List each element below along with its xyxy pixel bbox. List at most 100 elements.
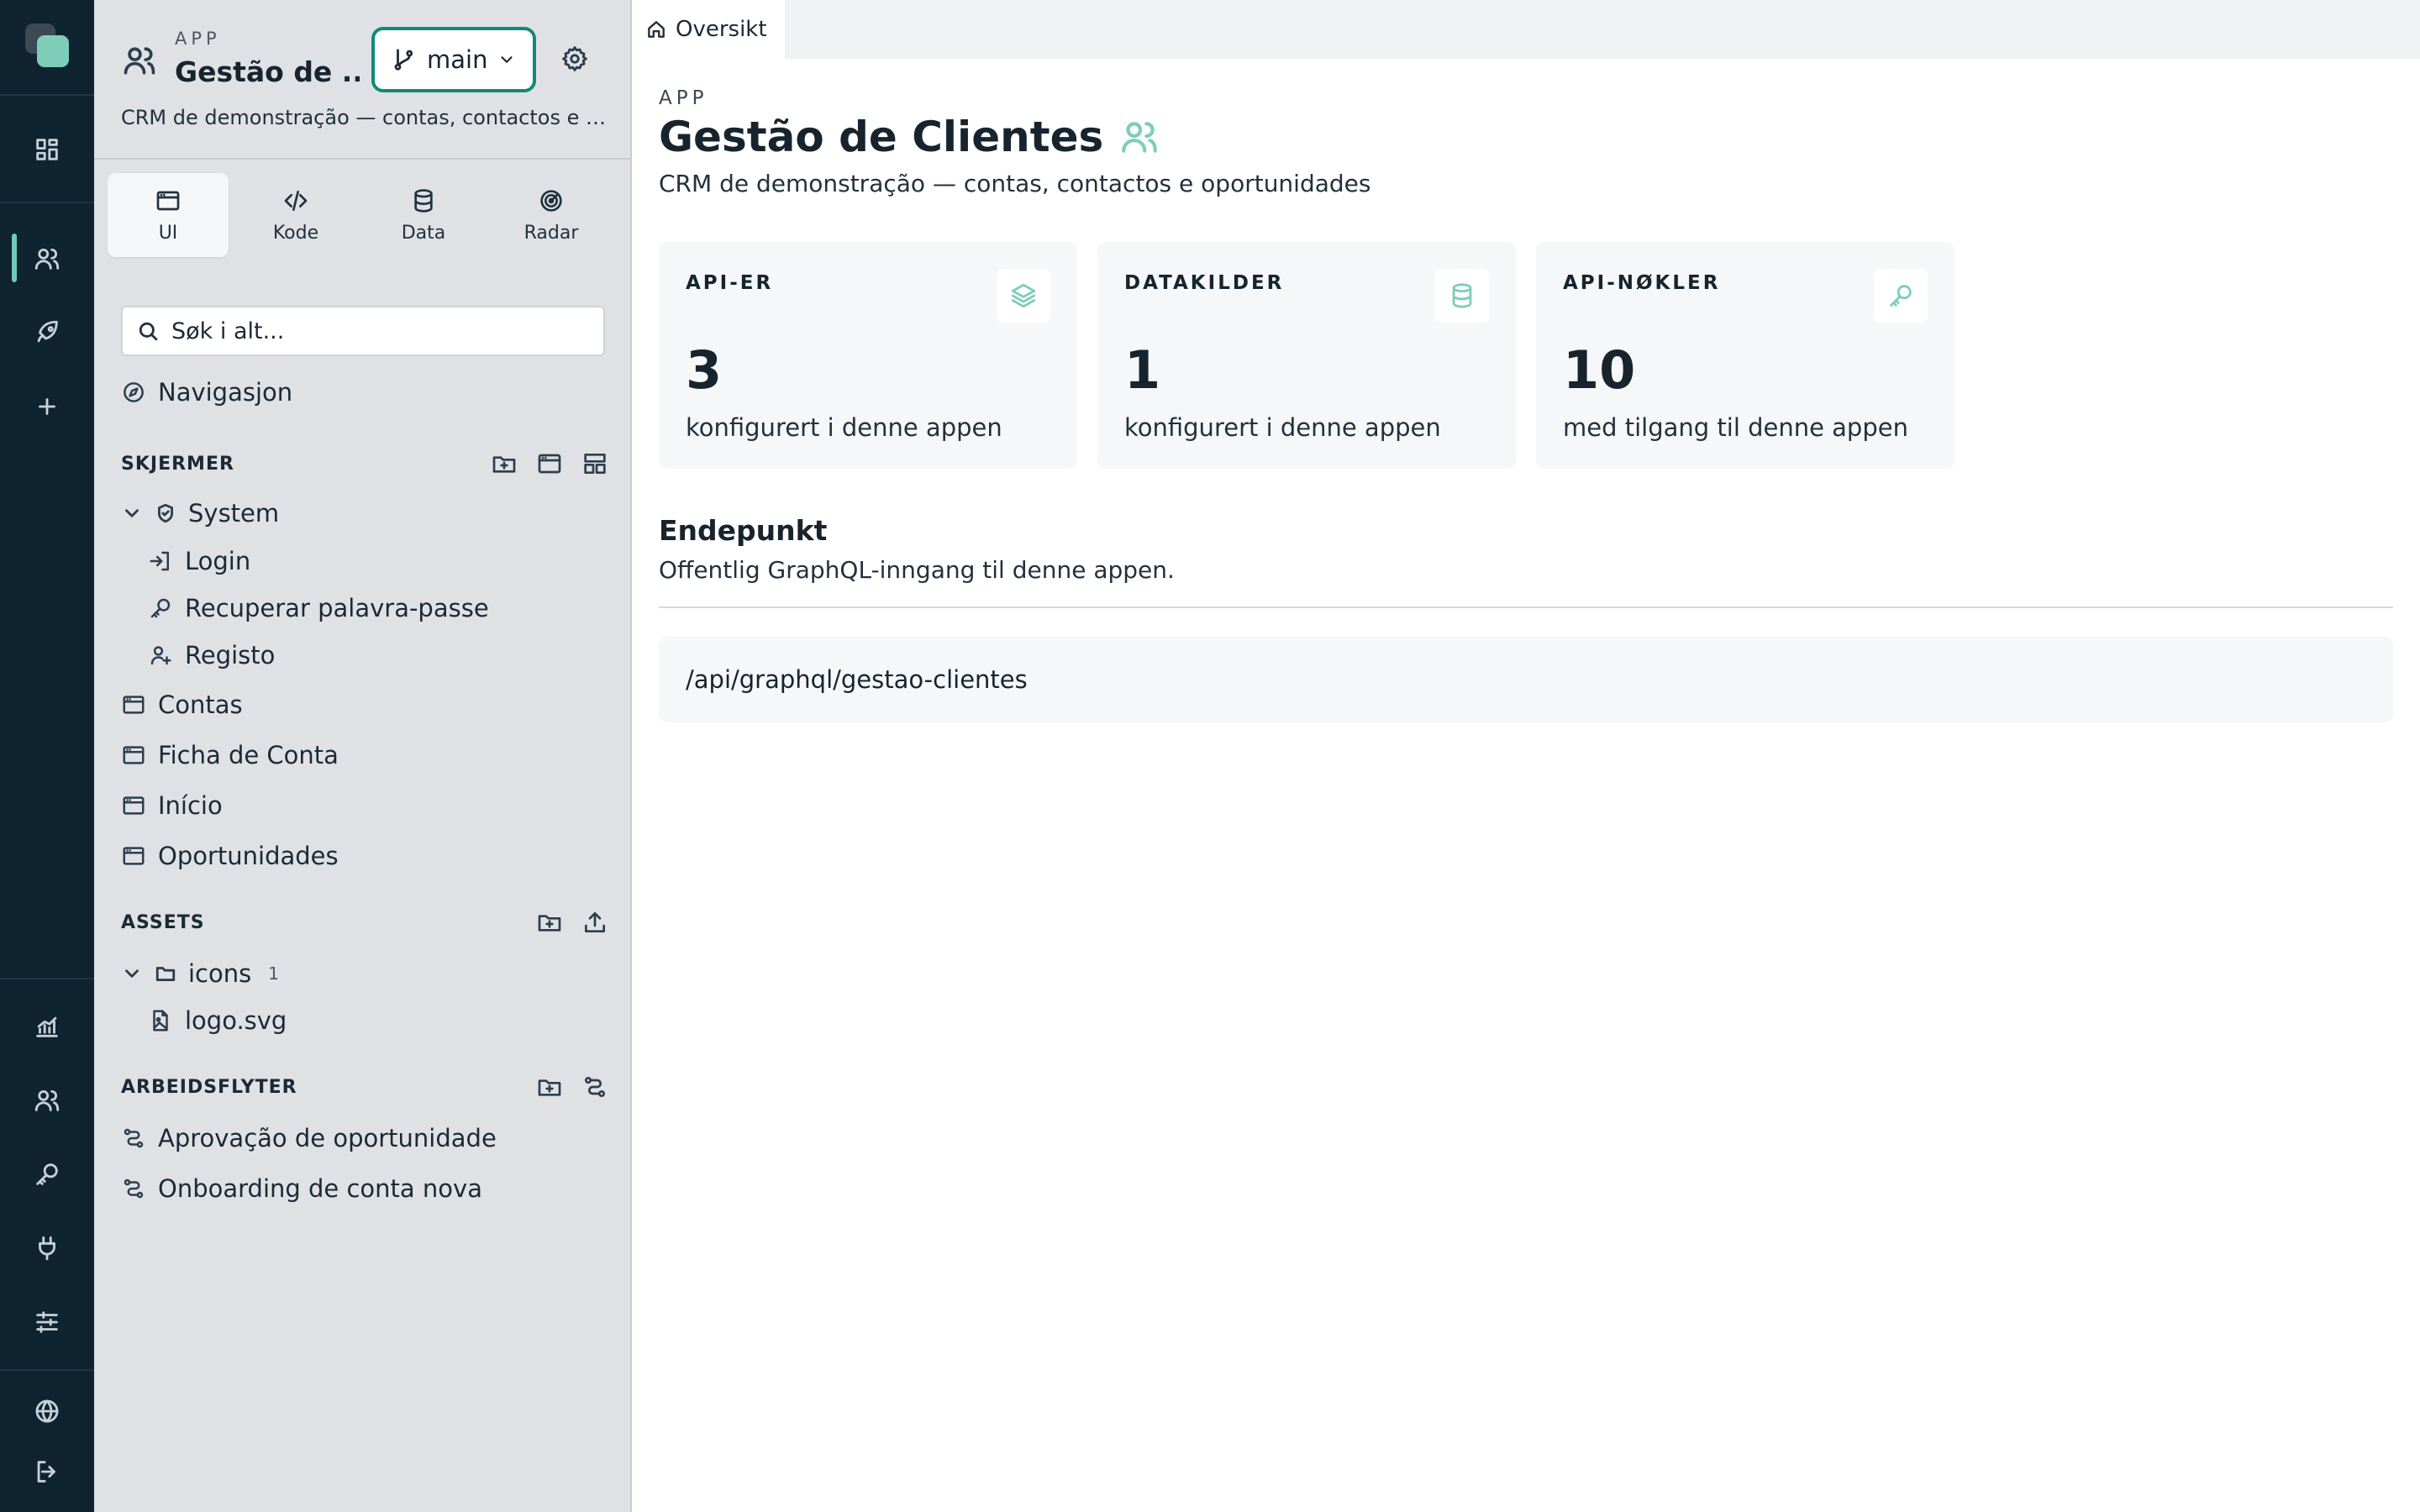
login-icon (150, 551, 169, 571)
assets-section-header: ASSETS (121, 906, 608, 939)
search-box (121, 306, 605, 356)
stat-card-title: API-NØKLER (1563, 272, 1721, 294)
chevron-down-icon (125, 969, 139, 978)
logout-icon[interactable] (0, 1435, 94, 1509)
app-header: APP Gestão de ... main CRM de demonstraç… (94, 0, 632, 160)
users-icon (121, 42, 158, 79)
page-description: CRM de demonstração — contas, contactos … (659, 170, 1371, 197)
endpoint-description: Offentlig GraphQL-inngang til denne appe… (659, 556, 1175, 584)
tree-folder-icons[interactable]: icons 1 (121, 953, 279, 995)
main-content: Oversikt APP Gestão de Clientes CRM de d… (632, 0, 2420, 1512)
tree-item-label: Início (158, 791, 223, 820)
folder-plus-icon[interactable] (536, 909, 563, 936)
tab-kode-label: Kode (272, 222, 319, 244)
new-screen-icon[interactable] (536, 450, 563, 477)
tab-data-label: Data (401, 222, 446, 244)
compass-icon (124, 382, 144, 402)
stat-card-apis: API-ER 3 konfigurert i denne appen (659, 242, 1077, 469)
upload-icon[interactable] (581, 909, 608, 936)
folder-count: 1 (268, 963, 279, 984)
users-icon[interactable] (0, 222, 94, 296)
page-title-row: Gestão de Clientes (659, 113, 1160, 161)
radar-icon (540, 189, 562, 212)
workflows-section-header: ARBEIDSFLYTER (121, 1070, 608, 1104)
tab-radar[interactable]: Radar (491, 173, 612, 257)
stat-card-subtitle: konfigurert i denne appen (1124, 413, 1441, 442)
tree-folder-label: icons (188, 959, 252, 988)
home-icon (648, 21, 665, 38)
plug-icon[interactable] (0, 1211, 94, 1285)
tab-oversikt[interactable]: Oversikt (632, 0, 785, 59)
page-kicker: APP (659, 87, 708, 109)
stat-card-datasources: DATAKILDER 1 konfigurert i denne appen (1097, 242, 1516, 469)
code-icon (284, 190, 308, 211)
tab-ui-label: UI (158, 222, 178, 244)
sliders-icon[interactable] (0, 1285, 94, 1359)
stat-card-value: 1 (1124, 339, 1161, 401)
tab-bar: Oversikt (632, 0, 2420, 59)
tree-item-label: logo.svg (185, 1006, 287, 1035)
tree-item-label: Login (185, 547, 251, 575)
team-icon[interactable] (0, 1063, 94, 1137)
navigation-item[interactable]: Navigasjon (121, 371, 292, 413)
tab-oversikt-label: Oversikt (676, 17, 767, 42)
icon-rail (0, 0, 94, 1512)
tree-item-inicio[interactable]: Início (121, 785, 223, 827)
folder-plus-icon[interactable] (491, 450, 518, 477)
tree-item-workflow-aprovacao[interactable]: Aprovação de oportunidade (121, 1117, 497, 1159)
key-icon (150, 598, 171, 618)
tree-item-label: Onboarding de conta nova (158, 1174, 482, 1203)
endpoint-url-box[interactable]: /api/graphql/gestao-clientes (659, 637, 2393, 722)
gear-icon (562, 46, 587, 71)
tree-item-label: Ficha de Conta (158, 741, 339, 769)
browser-window-icon (123, 696, 145, 714)
tree-item-ficha-de-conta[interactable]: Ficha de Conta (121, 734, 339, 776)
git-branch-icon (394, 49, 413, 71)
workflow-icon[interactable] (581, 1074, 608, 1100)
tree-item-logo-svg[interactable]: logo.svg (148, 1000, 287, 1042)
branch-selector[interactable]: main (371, 27, 536, 92)
navigation-label: Navigasjon (158, 378, 293, 407)
layout-icon[interactable] (581, 450, 608, 477)
tab-data[interactable]: Data (363, 173, 484, 257)
app-kicker: APP (175, 29, 221, 49)
screens-section-title: SKJERMER (121, 453, 234, 475)
search-icon (139, 322, 158, 341)
dashboard-icon[interactable] (0, 113, 94, 186)
shield-check-icon (158, 503, 173, 523)
analytics-icon[interactable] (0, 990, 94, 1063)
plus-icon[interactable] (0, 370, 94, 444)
tree-item-label: Recuperar palavra-passe (185, 594, 489, 622)
search-input[interactable] (171, 318, 592, 344)
tree-item-oportunidades[interactable]: Oportunidades (121, 835, 339, 877)
tree-item-login[interactable]: Login (148, 540, 250, 582)
browser-window-icon (156, 191, 180, 210)
stat-card-title: DATAKILDER (1124, 272, 1285, 294)
tree-item-register[interactable]: Registo (148, 634, 275, 676)
tree-item-label: Oportunidades (158, 842, 339, 870)
image-file-icon (153, 1010, 168, 1032)
app-settings-button[interactable] (558, 42, 592, 76)
browser-window-icon (123, 796, 145, 815)
tree-folder-system[interactable]: System (121, 492, 279, 534)
key-icon[interactable] (0, 1137, 94, 1211)
tree-item-contas[interactable]: Contas (121, 684, 243, 726)
stat-card-value: 3 (686, 339, 723, 401)
stat-card-subtitle: konfigurert i denne appen (686, 413, 1002, 442)
rocket-icon[interactable] (0, 296, 94, 370)
tree-item-label: Contas (158, 690, 243, 719)
chevron-down-icon (125, 509, 139, 517)
divider (659, 606, 2393, 608)
tree-folder-label: System (188, 499, 280, 528)
tab-kode[interactable]: Kode (235, 173, 356, 257)
app-logo[interactable] (24, 22, 72, 71)
workflow-icon (124, 1128, 144, 1148)
stat-card-api-keys: API-NØKLER 10 med tilgang til denne appe… (1536, 242, 1954, 469)
app-description: CRM de demonstração — contas, contactos … (121, 106, 617, 129)
tab-ui[interactable]: UI (108, 173, 229, 257)
tree-item-workflow-onboarding[interactable]: Onboarding de conta nova (121, 1168, 482, 1210)
tree-item-password-recovery[interactable]: Recuperar palavra-passe (148, 587, 489, 629)
assets-section-title: ASSETS (121, 911, 205, 933)
tree-item-label: Aprovação de oportunidade (158, 1124, 497, 1152)
folder-plus-icon[interactable] (536, 1074, 563, 1100)
